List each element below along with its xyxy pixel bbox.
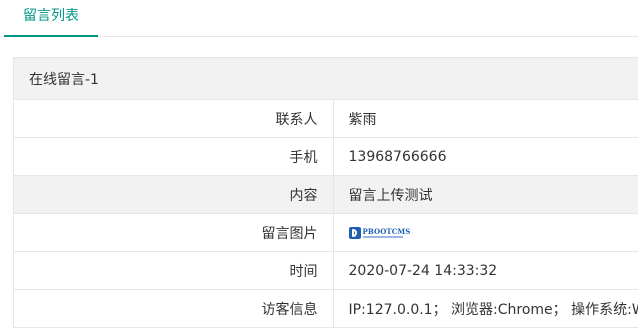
image-cell: PBOOTCMS [332, 213, 638, 252]
tab-bar: 留言列表 [0, 0, 638, 37]
message-image-thumbnail[interactable]: PBOOTCMS [348, 226, 411, 240]
table-row: 手机 13968766666 [13, 137, 638, 176]
table-row: 留言图片 PBOOTCMS [13, 213, 638, 252]
table-row: 联系人 紫雨 [13, 99, 638, 138]
phone-value: 13968766666 [332, 137, 638, 176]
phone-label: 手机 [13, 137, 334, 176]
logo-text: PBOOTCMS [362, 226, 411, 236]
time-label: 时间 [13, 251, 334, 290]
visitor-info-value: IP:127.0.0.1； 浏览器:Chrome； 操作系统:Windows 1… [332, 289, 638, 328]
content-value: 留言上传测试 [332, 175, 638, 214]
table-row: 访客信息 IP:127.0.0.1； 浏览器:Chrome； 操作系统:Wind… [13, 289, 638, 328]
content-label: 内容 [13, 175, 334, 214]
tab-message-list[interactable]: 留言列表 [4, 0, 98, 37]
time-value: 2020-07-24 14:33:32 [332, 251, 638, 290]
message-title: 在线留言-1 [13, 57, 638, 100]
table-row: 内容 留言上传测试 [13, 175, 638, 214]
pbootcms-logo-icon [348, 226, 361, 239]
logo-tagline-bar [362, 235, 403, 238]
visitor-info-label: 访客信息 [13, 289, 334, 328]
contact-value: 紫雨 [332, 99, 638, 138]
contact-label: 联系人 [13, 99, 334, 138]
image-label: 留言图片 [13, 213, 334, 252]
message-detail-table: 在线留言-1 联系人 紫雨 手机 13968766666 内容 留言上传测试 留… [13, 57, 638, 328]
table-row: 时间 2020-07-24 14:33:32 [13, 251, 638, 290]
table-caption-row: 在线留言-1 [13, 57, 638, 100]
